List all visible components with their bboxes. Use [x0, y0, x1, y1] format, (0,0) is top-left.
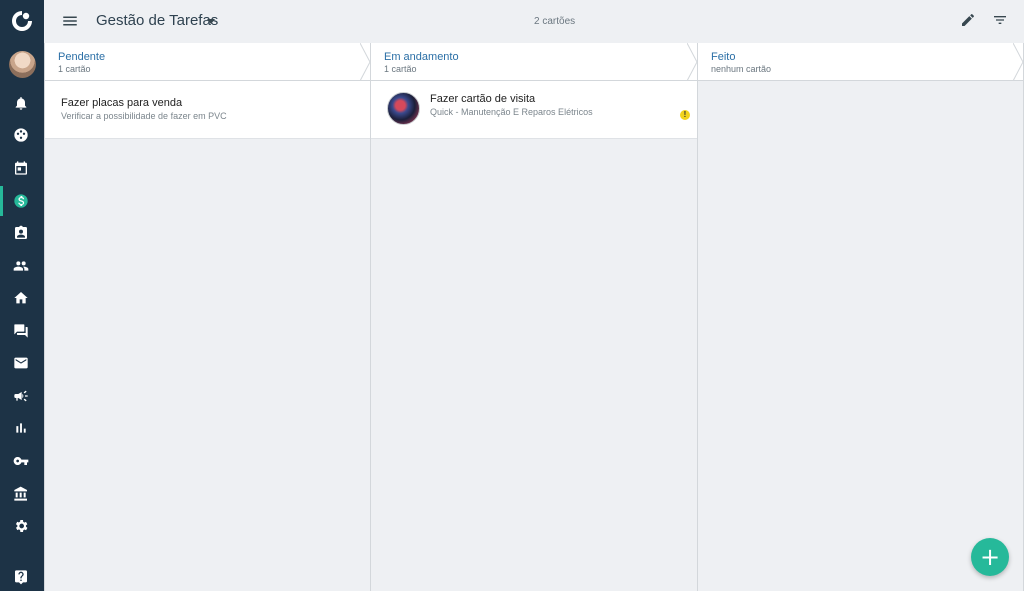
- column-pendente: Pendente 1 cartão Fazer placas para vend…: [44, 42, 371, 591]
- help-icon[interactable]: [11, 567, 31, 587]
- add-card-button[interactable]: +: [971, 538, 1009, 576]
- column-header[interactable]: Pendente 1 cartão: [45, 42, 371, 82]
- column-header[interactable]: Feito nenhum cartão: [698, 42, 1024, 82]
- plus-icon: +: [979, 543, 1001, 571]
- column-title: Pendente: [58, 51, 106, 63]
- cards-count: 2 cartões: [534, 16, 576, 27]
- menu-icon[interactable]: [61, 12, 79, 30]
- task-card[interactable]: Fazer cartão de visita Quick - Manutençã…: [371, 81, 697, 139]
- megaphone-icon[interactable]: [11, 386, 31, 406]
- dollar-icon[interactable]: [11, 191, 31, 211]
- column-title: Feito: [711, 51, 736, 63]
- task-card[interactable]: Fazer placas para venda Verificar a poss…: [45, 81, 370, 139]
- card-title: Fazer placas para venda: [61, 97, 183, 109]
- card-avatar: [387, 92, 420, 125]
- bank-icon[interactable]: [11, 484, 31, 504]
- key-icon[interactable]: [11, 451, 31, 471]
- user-avatar[interactable]: [9, 51, 36, 78]
- chat-icon[interactable]: [11, 321, 31, 341]
- column-header[interactable]: Em andamento 1 cartão: [371, 42, 698, 82]
- filter-icon[interactable]: [992, 12, 1010, 30]
- column-count: nenhum cartão: [711, 64, 772, 74]
- column-count: 1 cartão: [58, 64, 91, 74]
- card-title: Fazer cartão de visita: [430, 93, 536, 105]
- column-em-andamento: Em andamento 1 cartão Fazer cartão de vi…: [371, 42, 698, 591]
- gear-icon[interactable]: [11, 516, 31, 536]
- active-indicator: [0, 186, 3, 216]
- people-icon[interactable]: [11, 256, 31, 276]
- edit-icon[interactable]: [960, 12, 978, 30]
- board-title[interactable]: Gestão de Tarefas: [96, 12, 218, 29]
- mail-icon[interactable]: [11, 353, 31, 373]
- card-description: Verificar a possibilidade de fazer em PV…: [61, 111, 227, 121]
- column-count: 1 cartão: [384, 64, 417, 74]
- bell-icon[interactable]: [11, 93, 31, 113]
- chevron-right-icon: [1012, 42, 1024, 82]
- home-icon[interactable]: [11, 288, 31, 308]
- palette-icon[interactable]: [11, 125, 31, 145]
- top-bar: Gestão de Tarefas 2 cartões: [44, 0, 1024, 43]
- contact-card-icon[interactable]: [11, 223, 31, 243]
- column-feito: Feito nenhum cartão: [698, 42, 1024, 591]
- warning-icon: !: [680, 110, 690, 120]
- card-description: Quick - Manutenção E Reparos Elétricos: [430, 107, 593, 117]
- calendar-icon[interactable]: [11, 158, 31, 178]
- bar-chart-icon[interactable]: [11, 418, 31, 438]
- app-logo[interactable]: [10, 9, 34, 33]
- sidebar: [0, 0, 44, 591]
- column-title: Em andamento: [384, 51, 459, 63]
- chevron-down-icon[interactable]: [207, 19, 215, 24]
